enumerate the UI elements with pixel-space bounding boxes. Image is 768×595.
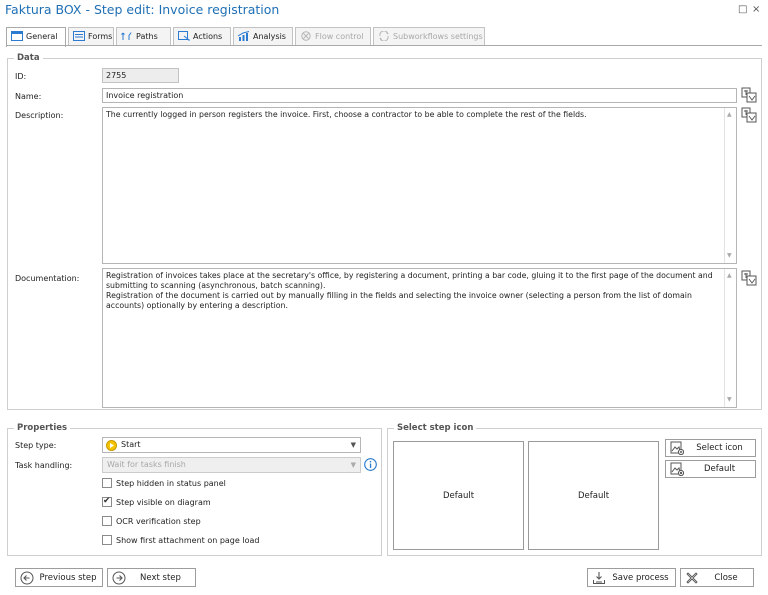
description-scrollbar[interactable]: ▲ ▼ bbox=[724, 108, 736, 263]
form-icon bbox=[73, 30, 85, 41]
description-textarea[interactable]: The currently logged in person registers… bbox=[102, 107, 737, 264]
save-process-button[interactable]: Save process bbox=[587, 568, 676, 587]
tab-actions[interactable]: Actions bbox=[173, 27, 231, 46]
subworkflows-icon bbox=[379, 30, 389, 41]
info-icon[interactable] bbox=[364, 458, 377, 471]
close-icon bbox=[686, 572, 698, 584]
properties-legend: Properties bbox=[14, 423, 71, 433]
show-first-attachment-checkbox[interactable] bbox=[102, 535, 112, 545]
tab-divider bbox=[6, 45, 762, 46]
restore-window-icon[interactable]: □ bbox=[738, 4, 747, 15]
translate-name-icon[interactable] bbox=[741, 87, 757, 103]
name-label: Name: bbox=[15, 92, 42, 101]
task-handling-select: Wait for tasks finish ▼ bbox=[102, 457, 361, 473]
step-type-select[interactable]: Start ▼ bbox=[102, 437, 361, 453]
description-label: Description: bbox=[15, 111, 64, 120]
step-type-label: Step type: bbox=[15, 441, 57, 450]
step-hidden-label: Step hidden in status panel bbox=[116, 479, 226, 488]
tab-general[interactable]: General bbox=[6, 27, 66, 47]
documentation-scrollbar[interactable]: ▲ ▼ bbox=[724, 269, 736, 407]
title-bar: Faktura BOX - Step edit: Invoice registr… bbox=[0, 0, 768, 22]
translate-description-icon[interactable] bbox=[741, 107, 757, 123]
window-title: Faktura BOX - Step edit: Invoice registr… bbox=[5, 2, 280, 17]
chevron-down-icon: ▼ bbox=[350, 461, 356, 469]
id-field: 2755 bbox=[102, 68, 179, 83]
tab-paths[interactable]: Paths bbox=[116, 27, 171, 46]
documentation-textarea[interactable]: Registration of invoices takes place at … bbox=[102, 268, 737, 408]
tab-subworkflows-settings[interactable]: Subworkflows settings bbox=[373, 27, 485, 46]
step-icon-preview-2: Default bbox=[528, 441, 659, 550]
show-first-attachment-label: Show first attachment on page load bbox=[116, 536, 260, 545]
close-window-icon[interactable]: × bbox=[752, 4, 760, 15]
default-icon-button[interactable]: Default bbox=[665, 460, 756, 478]
analysis-chart-icon bbox=[238, 30, 250, 41]
step-hidden-checkbox[interactable] bbox=[102, 478, 112, 488]
id-label: ID: bbox=[15, 72, 27, 81]
name-input[interactable]: Invoice registration bbox=[102, 88, 737, 103]
step-icon-legend: Select step icon bbox=[394, 423, 477, 433]
step-icon-preview-1-caption: Default bbox=[442, 491, 475, 501]
arrow-right-circle-icon bbox=[112, 571, 126, 585]
tab-analysis[interactable]: Analysis bbox=[233, 27, 293, 46]
select-icon-button[interactable]: Select icon bbox=[665, 439, 756, 457]
image-reset-icon bbox=[670, 462, 684, 476]
ocr-verification-label: OCR verification step bbox=[116, 517, 201, 526]
start-step-icon bbox=[106, 440, 117, 451]
step-visible-checkbox[interactable] bbox=[102, 496, 112, 507]
previous-step-button[interactable]: Previous step bbox=[15, 568, 103, 587]
chevron-down-icon: ▼ bbox=[350, 441, 356, 449]
step-icon-preview-2-caption: Default bbox=[577, 491, 610, 501]
tab-flow-control[interactable]: Flow control bbox=[295, 27, 371, 46]
close-button[interactable]: Close bbox=[680, 568, 754, 587]
ocr-verification-checkbox[interactable] bbox=[102, 516, 112, 526]
step-icon-preview-1: Default bbox=[393, 441, 524, 550]
translate-documentation-icon[interactable] bbox=[741, 270, 757, 286]
save-download-icon bbox=[593, 572, 605, 584]
actions-icon bbox=[178, 30, 190, 41]
step-visible-label: Step visible on diagram bbox=[116, 498, 211, 507]
paths-icon bbox=[121, 31, 132, 40]
flow-control-icon bbox=[301, 30, 311, 41]
task-handling-label: Task handling: bbox=[15, 461, 73, 470]
next-step-button[interactable]: Next step bbox=[107, 568, 196, 587]
image-add-icon bbox=[670, 441, 684, 455]
window-icon bbox=[11, 30, 23, 41]
data-legend: Data bbox=[14, 53, 43, 63]
documentation-label: Documentation: bbox=[15, 274, 80, 283]
arrow-left-circle-icon bbox=[20, 571, 34, 585]
description-text: The currently logged in person registers… bbox=[106, 110, 587, 119]
documentation-text: Registration of invoices takes place at … bbox=[106, 271, 713, 310]
tab-forms[interactable]: Forms bbox=[68, 27, 114, 46]
